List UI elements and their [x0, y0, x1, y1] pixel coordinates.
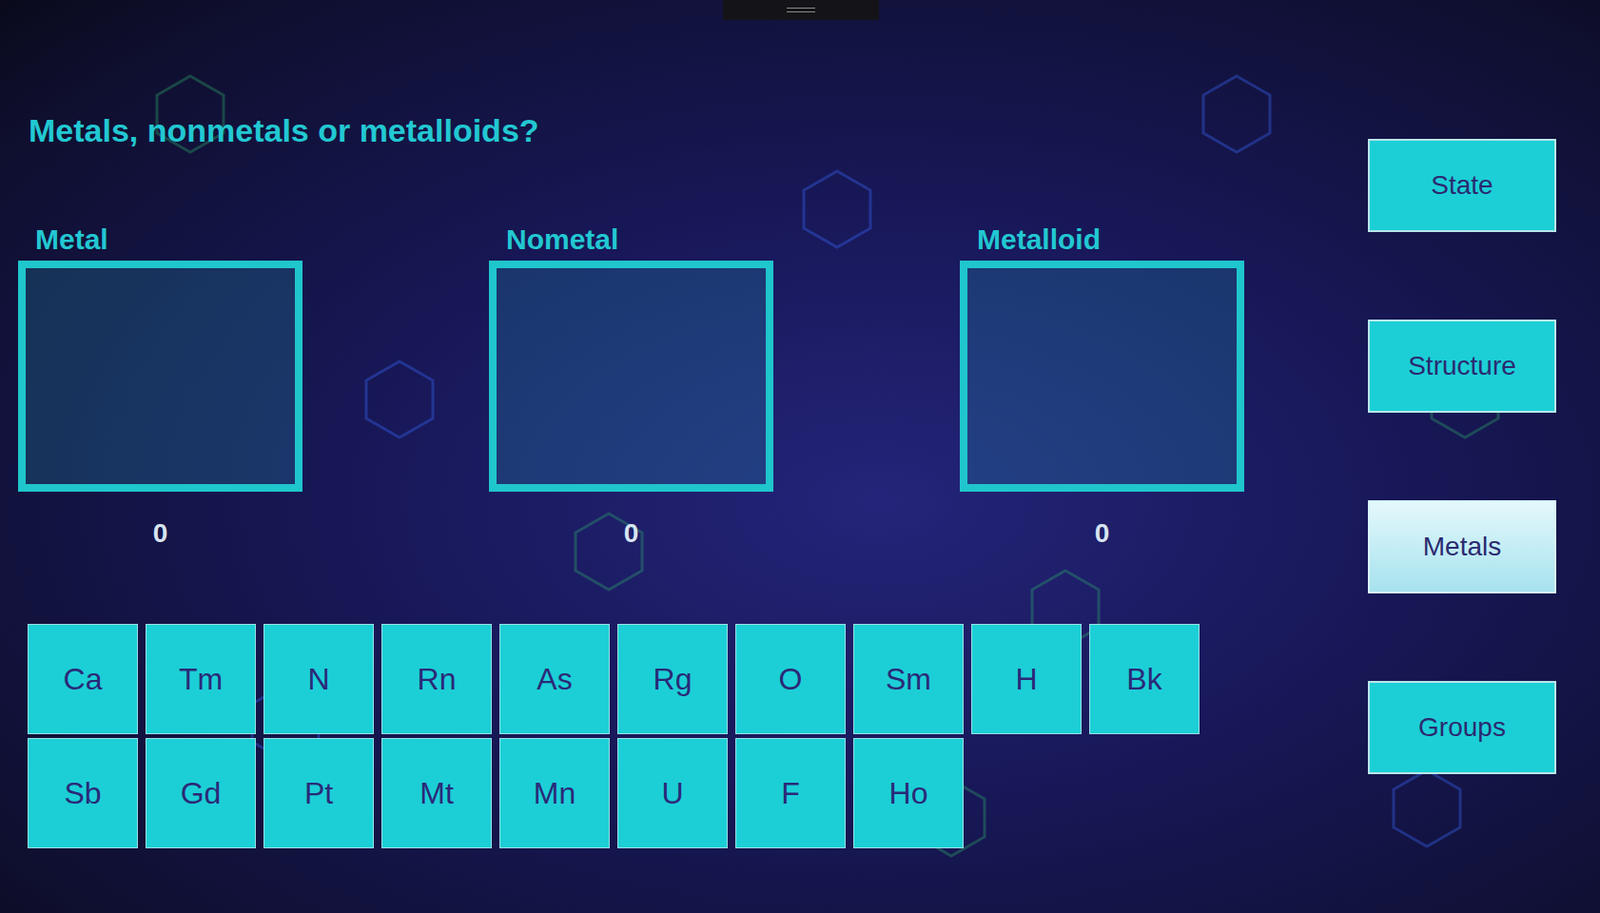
- mode-button[interactable]: Metals: [1367, 500, 1557, 594]
- mode-button[interactable]: Groups: [1367, 681, 1557, 775]
- handle-line: [786, 7, 816, 9]
- element-tile[interactable]: N: [263, 624, 374, 735]
- drop-box[interactable]: [18, 260, 303, 492]
- bin: Metal 0: [18, 222, 303, 551]
- bin: Nometal 0: [488, 222, 774, 551]
- mode-menu: State Structure Metals Groups: [1367, 0, 1600, 913]
- game-screen: Metals, nonmetals or metalloids?Metal0No…: [0, 0, 1600, 913]
- play-area: Metals, nonmetals or metalloids?Metal0No…: [0, 0, 1255, 913]
- bin-count: 0: [18, 516, 303, 551]
- drop-box[interactable]: [959, 260, 1245, 492]
- element-tile[interactable]: U: [617, 738, 728, 849]
- element-tile[interactable]: Gd: [145, 738, 256, 849]
- element-tile[interactable]: O: [735, 624, 846, 735]
- element-tile[interactable]: Ho: [853, 738, 964, 849]
- element-tile[interactable]: As: [499, 624, 610, 735]
- handle-line: [786, 11, 816, 13]
- bin-label: Metalloid: [976, 222, 1245, 257]
- question-title: Metals, nonmetals or metalloids?: [28, 110, 1255, 151]
- bin-count: 0: [488, 516, 774, 551]
- element-tile[interactable]: Rn: [381, 624, 492, 735]
- element-tiles: CaTmNRnAsRgOSmHBk SbGdPtMtMnUFHo: [27, 624, 1255, 849]
- bin: Metalloid 0: [959, 222, 1245, 551]
- element-tile[interactable]: Mt: [381, 738, 492, 849]
- element-tile[interactable]: Ca: [27, 624, 138, 735]
- drag-handle[interactable]: [722, 0, 879, 20]
- element-tile[interactable]: F: [735, 738, 846, 849]
- element-tile[interactable]: Tm: [145, 624, 256, 735]
- bin-label: Metal: [35, 222, 303, 257]
- element-tile[interactable]: H: [971, 624, 1082, 735]
- element-tile[interactable]: Mn: [499, 738, 610, 849]
- drop-box[interactable]: [488, 260, 774, 492]
- element-tile[interactable]: Rg: [617, 624, 728, 735]
- bin-label: Nometal: [506, 222, 774, 257]
- bins-row: Metal 0 Nometal 0 Metalloid 0: [18, 222, 1255, 551]
- mode-button[interactable]: State: [1367, 138, 1557, 233]
- element-tile[interactable]: Pt: [263, 738, 374, 849]
- element-tile[interactable]: Sm: [853, 624, 964, 735]
- element-tile[interactable]: Sb: [27, 738, 138, 849]
- mode-button[interactable]: Structure: [1367, 319, 1557, 413]
- element-tile[interactable]: Bk: [1089, 624, 1200, 735]
- bin-count: 0: [959, 516, 1245, 551]
